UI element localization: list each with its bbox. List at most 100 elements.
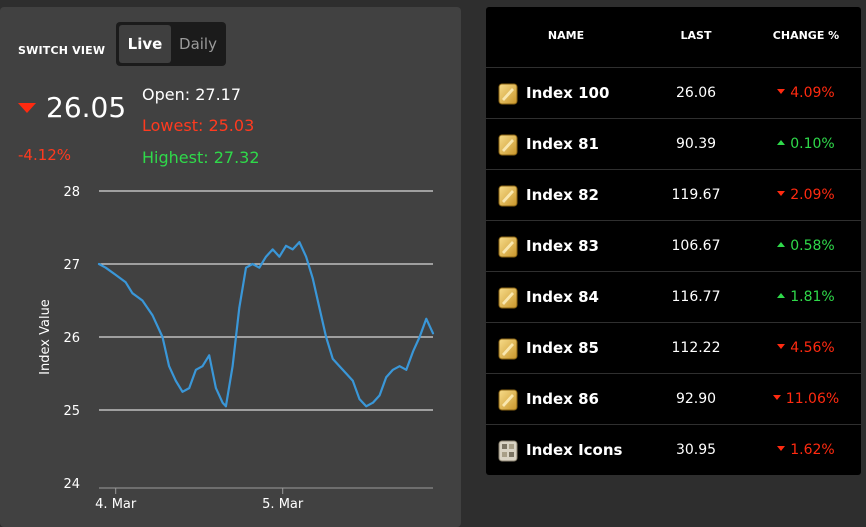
x-tick-label: 4. Mar bbox=[95, 497, 137, 512]
data-point bbox=[215, 387, 217, 389]
row-last: 30.95 bbox=[675, 442, 717, 458]
data-point bbox=[161, 336, 164, 338]
data-point bbox=[432, 332, 434, 335]
arrow-down-icon bbox=[777, 343, 786, 349]
row-change: 2.09% bbox=[756, 187, 856, 203]
arrow-up-icon bbox=[777, 139, 786, 145]
data-point bbox=[405, 368, 408, 371]
row-name: Index 85 bbox=[526, 339, 599, 357]
data-point bbox=[331, 358, 334, 360]
data-point bbox=[318, 306, 321, 309]
data-point bbox=[251, 263, 254, 265]
y-tick-label: 27 bbox=[63, 258, 80, 273]
gold-bar-icon bbox=[498, 83, 518, 105]
data-point bbox=[131, 292, 134, 295]
data-point bbox=[425, 317, 428, 320]
gold-bar-icon bbox=[498, 236, 518, 258]
arrow-down-icon bbox=[777, 88, 786, 94]
row-name: Index 82 bbox=[526, 186, 599, 204]
table-row[interactable]: Index 85 112.22 4.56% bbox=[486, 323, 861, 374]
gold-bar-icon bbox=[498, 134, 518, 156]
data-point bbox=[378, 394, 381, 397]
data-point bbox=[392, 368, 394, 371]
data-point bbox=[351, 379, 354, 382]
x-tick-label: 5. Mar bbox=[262, 497, 304, 512]
row-change: 4.56% bbox=[756, 340, 856, 356]
data-point bbox=[114, 274, 117, 276]
data-point bbox=[298, 241, 301, 244]
data-point bbox=[174, 379, 177, 382]
data-point bbox=[271, 248, 274, 251]
row-change: 4.09% bbox=[756, 85, 856, 101]
table-header: NAME LAST CHANGE % bbox=[486, 7, 861, 68]
table-row[interactable]: Index 83 106.67 0.58% bbox=[486, 221, 861, 272]
data-point bbox=[245, 266, 247, 269]
row-change-value: 0.58% bbox=[790, 238, 835, 254]
row-last: 106.67 bbox=[671, 238, 721, 254]
column-header-change[interactable]: CHANGE % bbox=[756, 29, 856, 42]
row-name: Index 86 bbox=[526, 390, 599, 408]
data-point bbox=[258, 266, 261, 269]
row-last: 112.22 bbox=[671, 340, 721, 356]
data-point bbox=[238, 306, 241, 309]
row-change-value: 4.09% bbox=[790, 85, 835, 101]
row-change-value: 1.62% bbox=[790, 442, 835, 458]
row-change-value: 1.81% bbox=[790, 289, 835, 305]
gold-bar-icon bbox=[498, 389, 518, 411]
data-point bbox=[124, 281, 127, 284]
row-last: 116.77 bbox=[671, 289, 721, 305]
data-point bbox=[265, 255, 267, 258]
table-row[interactable]: Index Icons 30.95 1.62% bbox=[486, 425, 861, 475]
row-change-value: 4.56% bbox=[790, 340, 835, 356]
table-row[interactable]: Index 86 92.90 11.06% bbox=[486, 374, 861, 425]
row-change-value: 0.10% bbox=[790, 136, 835, 152]
arrow-down-icon bbox=[772, 394, 781, 400]
data-point bbox=[325, 336, 328, 338]
table-row[interactable]: Index 84 116.77 1.81% bbox=[486, 272, 861, 323]
index-table: NAME LAST CHANGE % Index 100 26.06 4.09% In… bbox=[486, 7, 861, 475]
row-change: 1.62% bbox=[756, 442, 856, 458]
column-header-last[interactable]: LAST bbox=[666, 29, 726, 42]
index-line-chart: 24 25 26 27 28 4. Mar 5. Mar Index Value bbox=[38, 185, 435, 512]
arrow-up-icon bbox=[777, 241, 786, 247]
row-last: 90.39 bbox=[675, 136, 717, 152]
data-point bbox=[194, 368, 197, 371]
chart-panel: SWITCH VIEW Live Daily 26.05 -4.12% Open… bbox=[0, 7, 461, 527]
data-point bbox=[201, 365, 204, 368]
arrow-down-icon bbox=[777, 445, 786, 451]
table-row[interactable]: Index 100 26.06 4.09% bbox=[486, 68, 861, 119]
data-point bbox=[311, 277, 314, 280]
data-point bbox=[225, 405, 227, 408]
data-point bbox=[338, 365, 341, 368]
data-point bbox=[98, 263, 100, 265]
row-change: 0.58% bbox=[756, 238, 856, 254]
arrow-down-icon bbox=[777, 190, 786, 196]
data-point bbox=[141, 299, 144, 302]
row-name: Index 84 bbox=[526, 288, 599, 306]
data-point bbox=[278, 255, 281, 258]
row-change: 1.81% bbox=[756, 289, 856, 305]
row-change: 0.10% bbox=[756, 136, 856, 152]
gold-bar-icon bbox=[498, 185, 518, 207]
table-body: Index 100 26.06 4.09% Index 81 90.39 0.10% Ind… bbox=[486, 68, 861, 475]
gold-bar-icon bbox=[498, 338, 518, 360]
data-point bbox=[231, 365, 234, 368]
data-point bbox=[221, 401, 224, 404]
gold-bar-icon bbox=[498, 287, 518, 309]
column-header-name[interactable]: NAME bbox=[526, 29, 606, 42]
data-point bbox=[385, 376, 388, 379]
data-point bbox=[188, 387, 191, 389]
data-point bbox=[365, 405, 368, 408]
table-row[interactable]: Index 82 119.67 2.09% bbox=[486, 170, 861, 221]
y-tick-label: 25 bbox=[63, 404, 80, 419]
row-change-value: 2.09% bbox=[790, 187, 835, 203]
data-point bbox=[412, 350, 414, 353]
data-point bbox=[371, 401, 374, 404]
y-tick-label: 28 bbox=[63, 185, 80, 200]
data-point bbox=[358, 398, 361, 400]
row-last: 26.06 bbox=[675, 85, 717, 101]
table-row[interactable]: Index 81 90.39 0.10% bbox=[486, 119, 861, 170]
arrow-up-icon bbox=[777, 292, 786, 298]
data-point bbox=[208, 354, 211, 357]
row-last: 92.90 bbox=[675, 391, 717, 407]
